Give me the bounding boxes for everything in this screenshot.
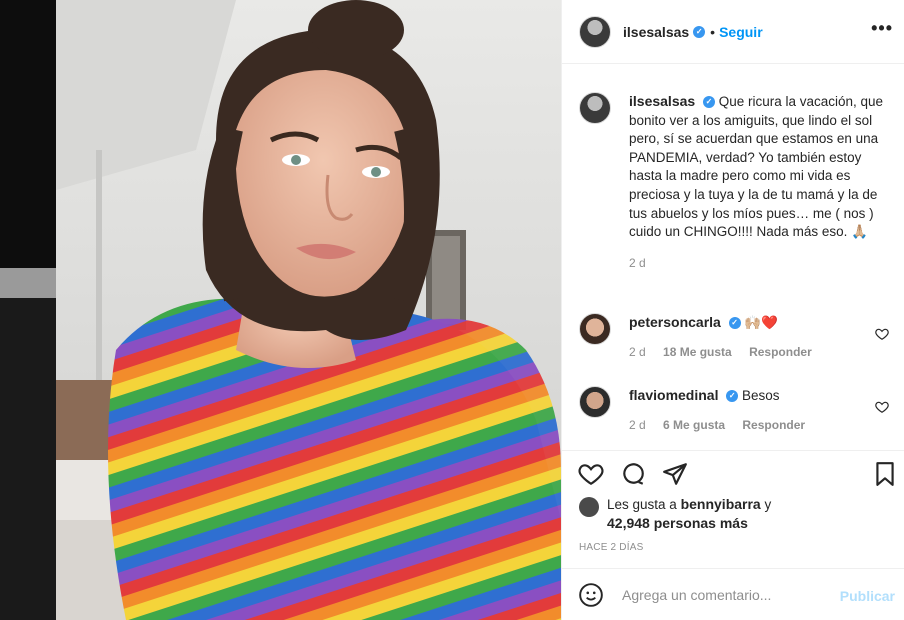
header-user: ilsesalsas ✓ • Seguir bbox=[623, 24, 763, 40]
likes-and: y bbox=[764, 497, 772, 512]
verified-badge-icon: ✓ bbox=[702, 96, 715, 109]
avatar[interactable] bbox=[579, 313, 611, 345]
comment-bubble-icon[interactable] bbox=[620, 461, 646, 487]
post-side-panel: ilsesalsas ✓ • Seguir ••• ilsesalsas ✓ Q… bbox=[561, 0, 904, 620]
caption-text: Que ricura la vacación, que bonito ver a… bbox=[629, 94, 884, 240]
dot-separator: • bbox=[710, 23, 716, 40]
comment-meta: 2 d 6 Me gusta Responder bbox=[629, 416, 859, 434]
caption-time[interactable]: 2 d bbox=[629, 254, 889, 273]
heart-icon[interactable] bbox=[875, 327, 889, 341]
post-timestamp[interactable]: HACE 2 DÍAS bbox=[579, 542, 643, 553]
comment-text: Besos bbox=[742, 388, 780, 403]
post-header: ilsesalsas ✓ • Seguir ••• bbox=[562, 0, 904, 64]
add-comment-bar: Publicar bbox=[562, 568, 904, 620]
comments-section: ilsesalsas ✓ Que ricura la vacación, que… bbox=[562, 64, 904, 450]
comment-username[interactable]: petersoncarla bbox=[629, 314, 721, 330]
comment-row: flaviomedinal ✓ Besos 2 d 6 Me gusta Res… bbox=[579, 386, 889, 434]
avatar[interactable] bbox=[579, 497, 599, 517]
selfie-illustration bbox=[56, 0, 561, 620]
more-options-icon[interactable]: ••• bbox=[871, 19, 893, 37]
comment-input[interactable] bbox=[620, 585, 824, 604]
likes-others[interactable]: 42,948 personas más bbox=[607, 515, 748, 531]
likes-summary: Les gusta a bennyibarra y 42,948 persona… bbox=[579, 495, 771, 533]
previous-post-strip-lower[interactable] bbox=[0, 298, 56, 620]
caption-body: ilsesalsas ✓ Que ricura la vacación, que… bbox=[629, 92, 889, 272]
avatar[interactable] bbox=[579, 92, 611, 124]
action-bar bbox=[562, 450, 904, 490]
comment-likes[interactable]: 6 Me gusta bbox=[663, 418, 725, 432]
verified-badge-icon: ✓ bbox=[728, 317, 741, 330]
post-photo[interactable] bbox=[56, 0, 561, 620]
comment-likes[interactable]: 18 Me gusta bbox=[663, 345, 732, 359]
paper-plane-icon[interactable] bbox=[662, 461, 688, 487]
comment-time[interactable]: 2 d bbox=[629, 418, 646, 432]
avatar[interactable] bbox=[579, 15, 611, 48]
comment-username[interactable]: flaviomedinal bbox=[629, 387, 718, 403]
verified-badge-icon: ✓ bbox=[693, 25, 706, 38]
follow-button[interactable]: Seguir bbox=[719, 24, 763, 40]
publish-button[interactable]: Publicar bbox=[840, 588, 895, 604]
bookmark-icon[interactable] bbox=[872, 461, 898, 487]
comment-body: petersoncarla ✓ 🙌🏼❤️ 2 d 18 Me gusta Res… bbox=[629, 313, 859, 361]
caption: ilsesalsas ✓ Que ricura la vacación, que… bbox=[579, 92, 889, 272]
comment-body: flaviomedinal ✓ Besos 2 d 6 Me gusta Res… bbox=[629, 386, 859, 434]
post-username[interactable]: ilsesalsas bbox=[623, 24, 689, 40]
heart-icon[interactable] bbox=[578, 461, 604, 487]
comment-meta: 2 d 18 Me gusta Responder bbox=[629, 343, 859, 361]
avatar[interactable] bbox=[579, 386, 611, 418]
smiley-icon[interactable] bbox=[578, 582, 604, 608]
photo-area bbox=[0, 0, 561, 620]
likes-text: Les gusta a bennyibarra y 42,948 persona… bbox=[607, 495, 771, 533]
likes-prefix: Les gusta a bbox=[607, 497, 677, 512]
comment-text: 🙌🏼❤️ bbox=[744, 315, 778, 330]
previous-post-strip[interactable] bbox=[0, 0, 56, 268]
heart-icon[interactable] bbox=[875, 400, 889, 414]
previous-post-strip-gap bbox=[0, 268, 56, 298]
comment-time[interactable]: 2 d bbox=[629, 345, 646, 359]
comment-row: petersoncarla ✓ 🙌🏼❤️ 2 d 18 Me gusta Res… bbox=[579, 313, 889, 361]
reply-button[interactable]: Responder bbox=[742, 418, 805, 432]
verified-badge-icon: ✓ bbox=[726, 390, 739, 403]
caption-username[interactable]: ilsesalsas bbox=[629, 93, 695, 109]
likes-user[interactable]: bennyibarra bbox=[681, 496, 761, 512]
reply-button[interactable]: Responder bbox=[749, 345, 812, 359]
